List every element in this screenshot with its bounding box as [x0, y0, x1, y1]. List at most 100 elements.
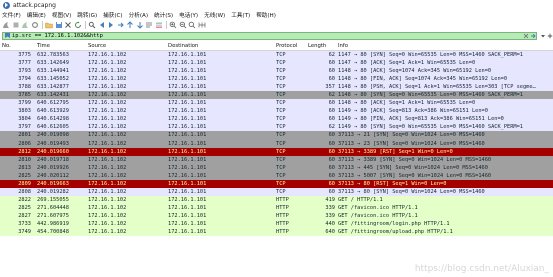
packet-row[interactable]: 2801 240.019098 172.16.1.102 172.16.1.101 TC…: [0, 131, 553, 140]
find-icon[interactable]: [88, 21, 96, 29]
add-filter-button-icon[interactable]: [546, 32, 553, 39]
column-header-destination[interactable]: Destination: [168, 43, 276, 49]
packet-no: 2808: [18, 188, 31, 195]
packet-destination: 172.16.1.101: [168, 221, 207, 227]
close-file-icon[interactable]: [64, 21, 72, 29]
packet-row[interactable]: 2808 240.019282 172.16.1.102 172.16.1.101 TC…: [0, 187, 553, 196]
menu-edit[interactable]: 编辑(E): [27, 11, 46, 19]
packet-protocol: TCP: [276, 132, 286, 139]
packet-protocol: TCP: [276, 140, 286, 147]
zoom-in-icon[interactable]: [169, 21, 177, 29]
menu-view[interactable]: 视图(V): [52, 11, 71, 19]
packet-source: 172.16.1.102: [88, 156, 127, 163]
packet-row[interactable]: 2822 269.155055 172.16.1.102 172.16.1.101 HT…: [0, 195, 553, 204]
last-packet-icon[interactable]: [136, 21, 144, 29]
goto-packet-icon[interactable]: [117, 21, 125, 29]
packet-row[interactable]: 3803 640.613929 172.16.1.102 172.16.1.101 TC…: [0, 107, 553, 116]
packet-destination: 172.16.1.101: [168, 92, 207, 99]
filter-bookmark-icon[interactable]: [5, 33, 10, 38]
packet-row[interactable]: 2806 240.019493 172.16.1.102 172.16.1.101 TC…: [0, 139, 553, 148]
packet-row[interactable]: 3775 632.783563 172.16.1.102 172.16.1.101 TC…: [0, 51, 553, 60]
menu-telephony[interactable]: 电话(Y): [179, 11, 198, 19]
packet-length: 60: [328, 172, 335, 179]
menu-go[interactable]: 跳转(G): [77, 11, 97, 19]
packet-protocol: HTTP: [276, 221, 289, 227]
reload-icon[interactable]: [74, 21, 82, 29]
packet-length: 60: [328, 108, 335, 115]
packet-protocol: TCP: [276, 148, 286, 155]
save-file-icon[interactable]: [55, 21, 63, 29]
packet-row[interactable]: 3797 640.612605 172.16.1.102 172.16.1.101 TC…: [0, 123, 553, 132]
packet-source: 172.16.1.102: [88, 116, 127, 123]
column-header-info[interactable]: Info: [338, 43, 553, 49]
packet-row[interactable]: 3804 640.614298 172.16.1.102 172.16.1.101 TC…: [0, 115, 553, 124]
packet-list: No. Time Source Destination Protocol Len…: [0, 42, 553, 237]
menu-file[interactable]: 文件(F): [2, 11, 21, 19]
menu-capture[interactable]: 捕获(C): [103, 11, 122, 19]
apply-filter-arrow-icon[interactable]: [529, 32, 536, 39]
packet-row[interactable]: 2809 240.019663 172.16.1.102 172.16.1.101 TC…: [0, 179, 553, 188]
packet-info: 1147 → 80 [SYN] Seq=0 Win=65535 Len=0 MS…: [338, 52, 523, 59]
packet-time: 640.612795: [37, 100, 69, 107]
zoom-out-icon[interactable]: [179, 21, 187, 29]
packet-source: 172.16.1.102: [88, 124, 127, 131]
packet-row[interactable]: 3788 633.142877 172.16.1.102 172.16.1.101 TC…: [0, 83, 553, 92]
packet-no: 3785: [18, 92, 31, 99]
column-header-time[interactable]: Time: [34, 43, 88, 49]
packet-row[interactable]: 3785 633.142431 172.16.1.102 172.16.1.101 TC…: [0, 91, 553, 100]
resize-columns-icon[interactable]: [198, 21, 206, 29]
packet-row[interactable]: 3793 633.144941 172.16.1.102 172.16.1.101 TC…: [0, 67, 553, 76]
packet-time: 240.019098: [37, 132, 69, 139]
packet-info: GET / HTTP/1.1: [338, 196, 383, 203]
packet-row[interactable]: 3799 640.612795 172.16.1.102 172.16.1.101 TC…: [0, 99, 553, 108]
packet-no: 2827: [18, 212, 31, 219]
options-gear-icon[interactable]: [31, 21, 39, 29]
packet-time: 632.783563: [37, 52, 69, 59]
packet-destination: 172.16.1.101: [168, 212, 207, 219]
column-header-length[interactable]: Length: [308, 43, 338, 49]
packet-time: 633.142431: [37, 92, 69, 99]
menu-statistics[interactable]: 统计(S): [154, 11, 173, 19]
packet-source: 172.16.1.102: [88, 212, 127, 219]
window-title: attack.pcapng: [13, 1, 56, 9]
packet-row[interactable]: 2810 240.019718 172.16.1.102 172.16.1.101 TC…: [0, 155, 553, 164]
shark-fin-start-icon[interactable]: [2, 21, 10, 29]
packet-length: 357: [325, 84, 335, 91]
packet-time: 633.142877: [37, 84, 69, 91]
menu-help[interactable]: 帮助(H): [256, 11, 276, 19]
open-file-icon[interactable]: [45, 21, 53, 29]
normal-size-icon[interactable]: [188, 21, 196, 29]
forward-icon[interactable]: [107, 21, 115, 29]
packet-row[interactable]: 2827 271.607975 172.16.1.102 172.16.1.101 HT…: [0, 211, 553, 220]
packet-no: 3733: [18, 221, 31, 227]
column-header-no[interactable]: No.: [0, 43, 34, 49]
watermark-text: https://blog.csdn.net/Aluxian_: [414, 264, 549, 274]
packet-no: 3794: [18, 76, 31, 83]
packet-row[interactable]: 3794 633.145052 172.16.1.102 172.16.1.101 TC…: [0, 75, 553, 84]
menu-analyze[interactable]: 分析(A): [129, 11, 148, 19]
back-icon[interactable]: [98, 21, 106, 29]
packet-row[interactable]: 3749 454.700848 172.16.1.102 172.16.1.101 HT…: [0, 228, 553, 237]
column-header-protocol[interactable]: Protocol: [276, 43, 308, 49]
clear-filter-icon[interactable]: [522, 32, 529, 39]
display-filter-input[interactable]: [12, 32, 522, 39]
autoscroll-icon[interactable]: [145, 21, 153, 29]
first-packet-icon[interactable]: [126, 20, 134, 29]
packet-source: 172.16.1.102: [88, 172, 127, 179]
packet-row[interactable]: 2813 240.019926 172.16.1.102 172.16.1.101 TC…: [0, 163, 553, 172]
menu-wireless[interactable]: 无线(W): [204, 11, 225, 19]
stop-icon[interactable]: [12, 21, 20, 29]
packet-row[interactable]: 3733 442.986919 172.16.1.102 172.16.1.101 HT…: [0, 219, 553, 229]
colorize-icon[interactable]: [155, 21, 163, 29]
packet-row[interactable]: 2825 271.604448 172.16.1.102 172.16.1.101 HT…: [0, 203, 553, 212]
packet-row[interactable]: 3777 633.142649 172.16.1.102 172.16.1.101 TC…: [0, 59, 553, 68]
packet-info: 1148 → 80 [PSH, ACK] Seq=1 Ack=1 Win=655…: [338, 84, 536, 91]
restart-icon[interactable]: [21, 21, 29, 29]
packet-row[interactable]: 2812 240.019660 172.16.1.102 172.16.1.101 TC…: [0, 147, 553, 156]
packet-no: 2812: [18, 148, 31, 155]
filter-history-dropdown-icon[interactable]: [539, 32, 546, 39]
packet-protocol: TCP: [276, 116, 286, 123]
menu-tools[interactable]: 工具(T): [231, 11, 250, 19]
column-header-source[interactable]: Source: [88, 43, 168, 49]
packet-row[interactable]: 2825 240.020112 172.16.1.102 172.16.1.101 TC…: [0, 171, 553, 180]
